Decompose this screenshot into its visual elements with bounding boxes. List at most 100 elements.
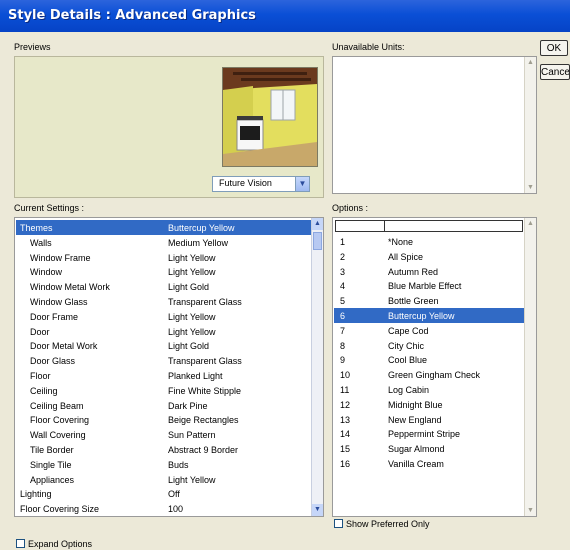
option-name: Autumn Red (388, 266, 439, 277)
show-preferred-only-label: Show Preferred Only (346, 519, 430, 529)
settings-row[interactable]: Window Light Yellow (16, 264, 311, 279)
option-row[interactable]: 15 Sugar Almond (334, 441, 524, 456)
setting-value: 100 (168, 504, 184, 515)
option-row[interactable]: 12 Midnight Blue (334, 397, 524, 412)
option-number: 2 (340, 251, 346, 262)
settings-row[interactable]: Walls Medium Yellow (16, 235, 311, 250)
option-number: 12 (340, 399, 351, 410)
option-row[interactable]: 1 *None (334, 234, 524, 249)
setting-name: Appliances (30, 474, 75, 485)
settings-row[interactable]: Door Glass Transparent Glass (16, 353, 311, 368)
option-row[interactable]: 14 Peppermint Stripe (334, 426, 524, 441)
setting-name: Floor Covering (30, 415, 90, 426)
setting-name: Door Glass (30, 356, 76, 367)
unavailable-units-label: Unavailable Units: (332, 42, 405, 52)
settings-row[interactable]: Floor Covering Size 100 (16, 501, 311, 516)
previews-label: Previews (14, 42, 51, 52)
cancel-button[interactable]: Cance (540, 64, 570, 80)
show-preferred-only-checkbox[interactable] (334, 519, 343, 528)
option-number: 5 (340, 296, 346, 307)
setting-value: Medium Yellow (168, 237, 229, 248)
settings-row[interactable]: Window Frame Light Yellow (16, 250, 311, 265)
current-settings-label: Current Settings : (14, 203, 85, 213)
setting-value: Light Yellow (168, 267, 216, 278)
unavailable-units-list[interactable]: ▲ ▼ (332, 56, 537, 194)
option-row[interactable]: 16 Vanilla Cream (334, 456, 524, 471)
option-name: New England (388, 414, 442, 425)
option-row[interactable]: 8 City Chic (334, 338, 524, 353)
settings-row[interactable]: Appliances Light Yellow (16, 472, 311, 487)
option-row[interactable]: 7 Cape Cod (334, 323, 524, 338)
option-name: Peppermint Stripe (388, 429, 461, 440)
settings-row[interactable]: Door Light Yellow (16, 324, 311, 339)
option-name: City Chic (388, 340, 425, 351)
settings-row[interactable]: Themes Buttercup Yellow (16, 220, 311, 235)
setting-value: Light Yellow (168, 474, 216, 485)
kitchen-preview-image (222, 67, 318, 167)
option-name: Log Cabin (388, 385, 430, 395)
setting-name: Window Metal Work (30, 282, 110, 293)
setting-value: Light Gold (168, 341, 210, 352)
scroll-thumb[interactable] (313, 232, 322, 250)
option-number: 8 (340, 340, 346, 351)
settings-row[interactable]: Floor Covering Beige Rectangles (16, 412, 311, 427)
setting-value: Light Yellow (168, 252, 216, 263)
current-settings-scrollbar[interactable]: ▲ ▼ (311, 218, 323, 516)
option-number: 4 (340, 281, 346, 292)
settings-row[interactable]: Wall Covering Sun Pattern (16, 427, 311, 442)
option-row[interactable]: 11 Log Cabin (334, 382, 524, 397)
setting-value: Transparent Glass (168, 297, 242, 307)
option-number: 9 (340, 355, 346, 366)
option-row[interactable]: 9 Cool Blue (334, 352, 524, 367)
option-name: Green Gingham Check (388, 370, 481, 381)
current-settings-list[interactable]: Themes Buttercup Yellow Walls Medium Yellow… (14, 217, 324, 517)
setting-name: Door Metal Work (30, 341, 98, 352)
scroll-down-icon[interactable]: ▼ (312, 504, 323, 516)
setting-name: Floor Covering Size (20, 504, 100, 515)
scroll-down-icon[interactable]: ▼ (525, 182, 536, 193)
setting-name: Door Frame (30, 311, 79, 322)
setting-value: Planked Light (168, 371, 223, 381)
settings-row[interactable]: Floor Planked Light (16, 368, 311, 383)
option-row[interactable]: 6 Buttercup Yellow (334, 308, 524, 323)
setting-name: Window Frame (30, 252, 91, 263)
title-bar[interactable]: Style Details : Advanced Graphics (0, 0, 570, 32)
settings-row[interactable]: Tile Border Abstract 9 Border (16, 442, 311, 457)
scroll-up-icon[interactable]: ▲ (312, 218, 323, 230)
option-row[interactable]: 5 Bottle Green (334, 293, 524, 308)
options-label: Options : (332, 203, 369, 213)
settings-row[interactable]: Door Metal Work Light Gold (16, 338, 311, 353)
settings-row[interactable]: Ceiling Fine White Stipple (16, 383, 311, 398)
option-row[interactable]: 3 Autumn Red (334, 264, 524, 279)
settings-row[interactable]: Door Frame Light Yellow (16, 309, 311, 324)
options-column-header[interactable] (335, 220, 523, 232)
column-divider[interactable] (384, 221, 385, 231)
scroll-up-icon[interactable]: ▲ (525, 57, 536, 68)
settings-row[interactable]: Window Metal Work Light Gold (16, 279, 311, 294)
setting-value: Buds (168, 459, 189, 470)
scroll-down-icon[interactable]: ▼ (525, 505, 536, 516)
scroll-up-icon[interactable]: ▲ (525, 218, 536, 229)
option-row[interactable]: 10 Green Gingham Check (334, 367, 524, 382)
preview-style-dropdown[interactable]: Future Vision ▼ (212, 176, 310, 192)
ok-button[interactable]: OK (540, 40, 568, 56)
chevron-down-icon[interactable]: ▼ (295, 177, 309, 191)
option-number: 11 (340, 385, 350, 395)
setting-name: Door (30, 326, 50, 337)
options-scrollbar[interactable]: ▲ ▼ (524, 218, 536, 516)
option-number: 13 (340, 414, 351, 425)
settings-row[interactable]: Window Glass Transparent Glass (16, 294, 311, 309)
settings-row[interactable]: Lighting Off (16, 486, 311, 501)
option-number: 6 (340, 311, 346, 321)
options-list[interactable]: 1 *None 2 All Spice 3 Autumn Red 4 Blue Marble … (332, 217, 537, 517)
settings-row[interactable]: Single Tile Buds (16, 457, 311, 472)
setting-value: Off (168, 489, 180, 500)
expand-options-checkbox[interactable] (16, 539, 25, 548)
settings-row[interactable]: Ceiling Beam Dark Pine (16, 398, 311, 413)
option-row[interactable]: 13 New England (334, 412, 524, 427)
unavailable-units-scrollbar[interactable]: ▲ ▼ (524, 57, 536, 193)
option-number: 16 (340, 459, 351, 469)
option-row[interactable]: 4 Blue Marble Effect (334, 278, 524, 293)
option-row[interactable]: 2 All Spice (334, 249, 524, 264)
setting-value: Sun Pattern (168, 430, 216, 441)
